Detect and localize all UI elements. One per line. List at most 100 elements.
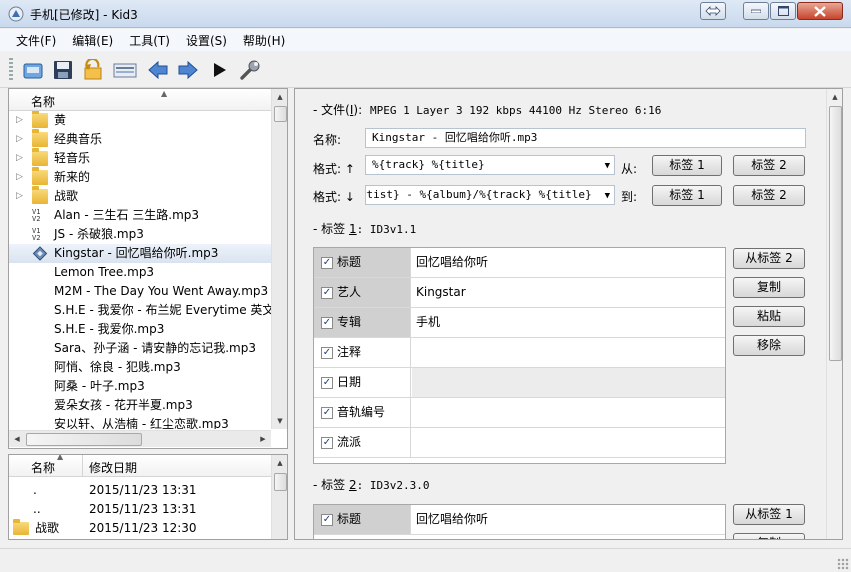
menu-file[interactable]: 文件(F)	[8, 32, 64, 49]
tree-vertical-scrollbar[interactable]: ▲ ▼	[271, 89, 287, 429]
from-tag2-button[interactable]: 标签 2	[733, 155, 805, 176]
tree-folder-item[interactable]: ▷ 新来的	[9, 167, 271, 187]
tag-field-row[interactable]: ✓ 音轨编号	[314, 398, 725, 428]
previous-icon[interactable]	[145, 57, 171, 83]
tree-file-item[interactable]: Sara、孙子涵 - 请安静的忘记我.mp3	[9, 339, 271, 358]
tree-folder-item[interactable]: ▷ 黄	[9, 111, 271, 130]
field-checkbox[interactable]: ✓	[321, 407, 333, 419]
field-checkbox[interactable]: ✓	[321, 287, 333, 299]
expand-arrow-icon[interactable]: ▷	[16, 187, 23, 206]
tree-file-item[interactable]: 阿桑 - 叶子.mp3	[9, 377, 271, 396]
copy-from-tag1-button[interactable]: 从标签 1	[733, 504, 805, 525]
expand-arrow-icon[interactable]: ▷	[16, 130, 23, 149]
file-list-scroll-thumb[interactable]	[274, 473, 287, 491]
tag-field-row[interactable]: ✓ 注释	[314, 338, 725, 368]
field-checkbox[interactable]: ✓	[321, 514, 333, 526]
tree-file-item[interactable]: Kingstar - 回忆唱给你听.mp3	[9, 244, 271, 263]
field-checkbox[interactable]: ✓	[321, 377, 333, 389]
tree-folder-item[interactable]: ▷ 战歌	[9, 186, 271, 206]
tag-field-row[interactable]: ✓ 专辑 手机	[314, 308, 725, 338]
tag-field-value[interactable]: Kingstar	[412, 278, 725, 307]
menu-edit[interactable]: 编辑(E)	[64, 32, 121, 49]
menu-help[interactable]: 帮助(H)	[235, 32, 293, 49]
scroll-up-arrow-icon[interactable]: ▲	[272, 89, 287, 105]
to-tag2-button[interactable]: 标签 2	[733, 185, 805, 206]
editor-vertical-scrollbar[interactable]: ▲	[826, 89, 842, 539]
file-list-row[interactable]: . 2015/11/23 13:31	[9, 481, 271, 500]
column-divider[interactable]	[82, 455, 83, 477]
scroll-left-arrow-icon[interactable]: ◀	[9, 431, 25, 447]
editor-scroll-thumb[interactable]	[829, 106, 842, 361]
tag-field-value[interactable]	[412, 428, 725, 457]
expand-arrow-icon[interactable]: ▷	[16, 149, 23, 168]
settings-wrench-icon[interactable]	[237, 57, 263, 83]
close-button[interactable]	[797, 2, 843, 20]
copy-button[interactable]: 复制	[733, 277, 805, 298]
tree-item-label: Alan - 三生石 三生路.mp3	[54, 208, 200, 222]
scroll-up-arrow-icon[interactable]: ▲	[827, 89, 842, 105]
tree-file-item[interactable]: 爱朵女孩 - 花开半夏.mp3	[9, 396, 271, 415]
from-tag1-button[interactable]: 标签 1	[652, 155, 722, 176]
tree-file-item[interactable]: 安以轩、从浩楠 - 红尘恋歌.mp3	[9, 415, 271, 429]
tree-header-name[interactable]: ▲ 名称	[9, 89, 271, 111]
tree-folder-item[interactable]: ▷ 经典音乐	[9, 129, 271, 149]
tag-field-value[interactable]	[412, 398, 725, 427]
file-list-row[interactable]: .. 2015/11/23 13:31	[9, 500, 271, 519]
play-icon[interactable]	[206, 57, 232, 83]
tree-file-item[interactable]: 阿悄、徐良 - 犯贱.mp3	[9, 358, 271, 377]
to-tag1-button[interactable]: 标签 1	[652, 185, 722, 206]
maximize-button[interactable]	[770, 2, 796, 20]
tree-file-item[interactable]: Lemon Tree.mp3	[9, 263, 271, 282]
tree-folder-item[interactable]: ▷ 轻音乐	[9, 148, 271, 168]
tag-field-value[interactable]	[412, 368, 725, 397]
open-icon[interactable]	[20, 57, 46, 83]
toolbar-grip[interactable]	[9, 58, 13, 82]
expand-arrow-icon[interactable]: ▷	[16, 168, 23, 187]
expand-arrow-icon[interactable]: ▷	[16, 111, 23, 130]
format-from-combobox[interactable]: %{track} %{title} ▼	[365, 155, 615, 175]
scroll-up-arrow-icon[interactable]: ▲	[272, 455, 287, 471]
paste-button[interactable]: 粘贴	[733, 306, 805, 327]
field-checkbox[interactable]: ✓	[321, 257, 333, 269]
tag-field-row[interactable]: ✓ 艺人 Kingstar	[314, 278, 725, 308]
field-checkbox[interactable]: ✓	[321, 347, 333, 359]
tag-field-value[interactable]: 回忆唱给你听	[412, 248, 725, 277]
filename-input[interactable]: Kingstar - 回忆唱给你听.mp3	[365, 128, 806, 148]
tree-file-item[interactable]: V1 V2 JS - 杀破狼.mp3	[9, 225, 271, 244]
tree-horizontal-scrollbar[interactable]: ◀ ▶	[9, 430, 271, 447]
restore-icon[interactable]	[700, 2, 726, 20]
tree-hscroll-thumb[interactable]	[26, 433, 142, 446]
remove-button[interactable]: 移除	[733, 335, 805, 356]
tag-field-row[interactable]: ✓ 流派	[314, 428, 725, 458]
tree-file-item[interactable]: S.H.E - 我爱你.mp3	[9, 320, 271, 339]
field-checkbox[interactable]: ✓	[321, 437, 333, 449]
field-checkbox[interactable]: ✓	[321, 317, 333, 329]
file-list-vertical-scrollbar[interactable]: ▲	[271, 455, 287, 539]
column-header-date[interactable]: 修改日期	[89, 459, 137, 476]
scroll-right-arrow-icon[interactable]: ▶	[255, 431, 271, 447]
minimize-button[interactable]	[743, 2, 769, 20]
revert-icon[interactable]	[80, 57, 106, 83]
column-header-name[interactable]: 名称	[31, 459, 55, 476]
tag-field-row[interactable]: ✓ 标题 回忆唱给你听	[314, 248, 725, 278]
tree-file-item[interactable]: V1 V2 Alan - 三生石 三生路.mp3	[9, 206, 271, 225]
file-list-row[interactable]: 战歌 2015/11/23 12:30	[9, 519, 271, 538]
tree-scroll-thumb[interactable]	[274, 106, 287, 122]
tag-field-value[interactable]	[412, 338, 725, 367]
tree-file-item[interactable]: S.H.E - 我爱你 - 布兰妮 Everytime 英文	[9, 301, 271, 320]
tag-field-row[interactable]: ✓ 标题 回忆唱给你听	[314, 505, 725, 535]
tag-field-value[interactable]: 回忆唱给你听	[412, 505, 725, 534]
menu-settings[interactable]: 设置(S)	[178, 32, 235, 49]
copy-from-tag2-button[interactable]: 从标签 2	[733, 248, 805, 269]
tree-file-item[interactable]: M2M - The Day You Went Away.mp3	[9, 282, 271, 301]
save-icon[interactable]	[50, 57, 76, 83]
scroll-down-arrow-icon[interactable]: ▼	[272, 413, 287, 429]
copy-button[interactable]: 复制	[733, 533, 805, 539]
resize-grip-icon[interactable]	[837, 558, 849, 570]
tag-field-row[interactable]: ✓ 日期	[314, 368, 725, 398]
next-icon[interactable]	[175, 57, 201, 83]
menu-tools[interactable]: 工具(T)	[121, 32, 178, 49]
tag-field-value[interactable]: 手机	[412, 308, 725, 337]
playlist-icon[interactable]	[112, 57, 138, 83]
format-to-combobox[interactable]: %{artist} - %{album}/%{track} %{title} ▼	[365, 185, 615, 205]
